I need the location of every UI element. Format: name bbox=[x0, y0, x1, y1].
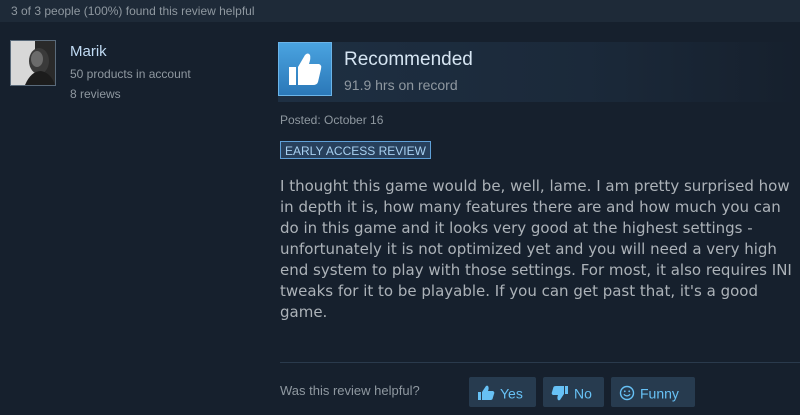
vote-funny-label: Funny bbox=[640, 385, 679, 402]
author-name[interactable]: Marik bbox=[70, 43, 107, 60]
vote-no-label: No bbox=[574, 385, 592, 402]
early-access-badge: EARLY ACCESS REVIEW bbox=[280, 141, 431, 159]
avatar-image bbox=[11, 41, 55, 85]
vote-funny-button[interactable]: Funny bbox=[611, 377, 695, 407]
helpful-summary: 3 of 3 people (100%) found this review h… bbox=[0, 0, 800, 22]
posted-date: Posted: October 16 bbox=[280, 113, 384, 127]
author-block: Marik 50 products in account 8 reviews bbox=[10, 40, 260, 101]
review-body: I thought this game would be, well, lame… bbox=[280, 177, 792, 321]
smiley-icon bbox=[619, 386, 635, 401]
avatar[interactable] bbox=[10, 40, 56, 86]
review-header[interactable]: Recommended 91.9 hrs on record bbox=[278, 42, 798, 102]
thumbs-down-icon bbox=[551, 386, 568, 401]
helpful-question: Was this review helpful? bbox=[280, 383, 420, 398]
thumbs-up-icon bbox=[289, 53, 322, 85]
thumbs-up-icon bbox=[478, 385, 495, 401]
review-verdict: Recommended bbox=[344, 49, 473, 70]
vote-no-button[interactable]: No bbox=[543, 377, 604, 407]
divider bbox=[280, 362, 800, 363]
vote-yes-button[interactable]: Yes bbox=[469, 377, 536, 407]
vote-yes-label: Yes bbox=[500, 385, 523, 402]
author-products[interactable]: 50 products in account bbox=[70, 67, 191, 81]
review-page: 3 of 3 people (100%) found this review h… bbox=[0, 0, 800, 415]
recommended-thumb bbox=[278, 42, 332, 96]
author-reviews[interactable]: 8 reviews bbox=[70, 87, 121, 101]
hours-on-record: 91.9 hrs on record bbox=[344, 77, 458, 93]
